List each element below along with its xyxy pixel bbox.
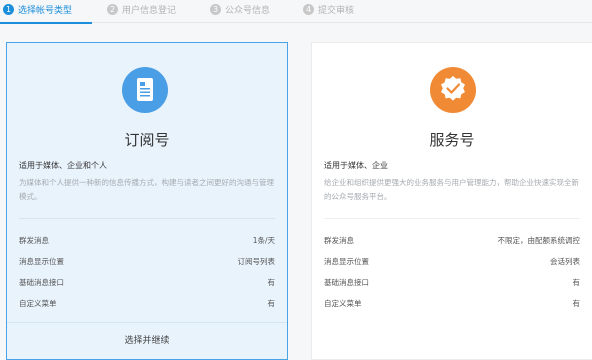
step-progress-line <box>0 22 592 24</box>
document-icon <box>122 67 168 113</box>
select-and-continue-button[interactable]: 选择并继续 <box>7 322 287 359</box>
feature-value: 会话列表 <box>550 257 580 266</box>
card-title: 订阅号 <box>124 131 170 149</box>
feature-value: 订阅号列表 <box>237 257 276 266</box>
step-indicator: 1 选择帐号类型 2 用户信息登记 3 公众号信息 4 提交审核 <box>0 0 592 24</box>
subscription-account-card[interactable]: 订阅号 适用于媒体、企业和个人 为媒体和个人提供一种新的信息传播方式，构建与读者… <box>6 42 288 360</box>
feature-value: 不限定，由配额系统调控 <box>497 236 581 245</box>
feature-value: 有 <box>572 299 581 308</box>
card-title: 服务号 <box>429 131 475 149</box>
card-subtitle: 适用于媒体、企业 <box>324 161 388 170</box>
feature-key: 基础消息接口 <box>324 278 369 287</box>
card-description: 为媒体和个人提供一种新的信息传播方式，构建与读者之间更好的沟通与管理模式。 <box>19 178 274 201</box>
feature-key: 群发消息 <box>324 236 354 245</box>
step-label: 公众号信息 <box>225 6 271 16</box>
feature-key: 基础消息接口 <box>19 278 64 287</box>
divider <box>19 218 275 219</box>
step-label: 选择帐号类型 <box>18 6 73 16</box>
card-subtitle: 适用于媒体、企业和个人 <box>19 161 107 170</box>
feature-value: 1条/天 <box>252 236 275 245</box>
step-number: 4 <box>303 4 314 15</box>
feature-row: 消息显示位置 订阅号列表 <box>19 256 275 272</box>
divider <box>324 218 580 219</box>
feature-key: 自定义菜单 <box>324 299 362 308</box>
feature-key: 消息显示位置 <box>19 257 64 266</box>
feature-row: 基础消息接口 有 <box>324 277 580 293</box>
step-2: 2 用户信息登记 <box>107 3 176 16</box>
step-number: 2 <box>107 4 118 15</box>
feature-row: 群发消息 不限定，由配额系统调控 <box>324 235 580 251</box>
feature-value: 有 <box>267 299 276 308</box>
step-number: 1 <box>3 4 14 15</box>
feature-value: 有 <box>267 278 276 287</box>
card-description: 给企业和组织提供更强大的业务服务与用户管理能力，帮助企业快速实现全新的公众号服务… <box>324 178 579 201</box>
step-4: 4 提交审核 <box>303 3 354 16</box>
step-progress-bar <box>0 22 92 24</box>
feature-row: 基础消息接口 有 <box>19 277 275 293</box>
feature-value: 有 <box>572 278 581 287</box>
step-label: 用户信息登记 <box>122 6 177 16</box>
step-number: 3 <box>210 4 221 15</box>
service-account-card[interactable]: 服务号 适用于媒体、企业 给企业和组织提供更强大的业务服务与用户管理能力，帮助企… <box>311 42 592 360</box>
feature-row: 群发消息 1条/天 <box>19 235 275 251</box>
verified-check-icon <box>430 67 476 113</box>
feature-key: 自定义菜单 <box>19 299 57 308</box>
feature-row: 自定义菜单 有 <box>324 298 580 314</box>
feature-key: 消息显示位置 <box>324 257 369 266</box>
feature-row: 消息显示位置 会话列表 <box>324 256 580 272</box>
step-1: 1 选择帐号类型 <box>3 3 72 16</box>
step-label: 提交审核 <box>318 6 355 16</box>
feature-row: 自定义菜单 有 <box>19 298 275 314</box>
feature-key: 群发消息 <box>19 236 49 245</box>
step-3: 3 公众号信息 <box>210 3 270 16</box>
